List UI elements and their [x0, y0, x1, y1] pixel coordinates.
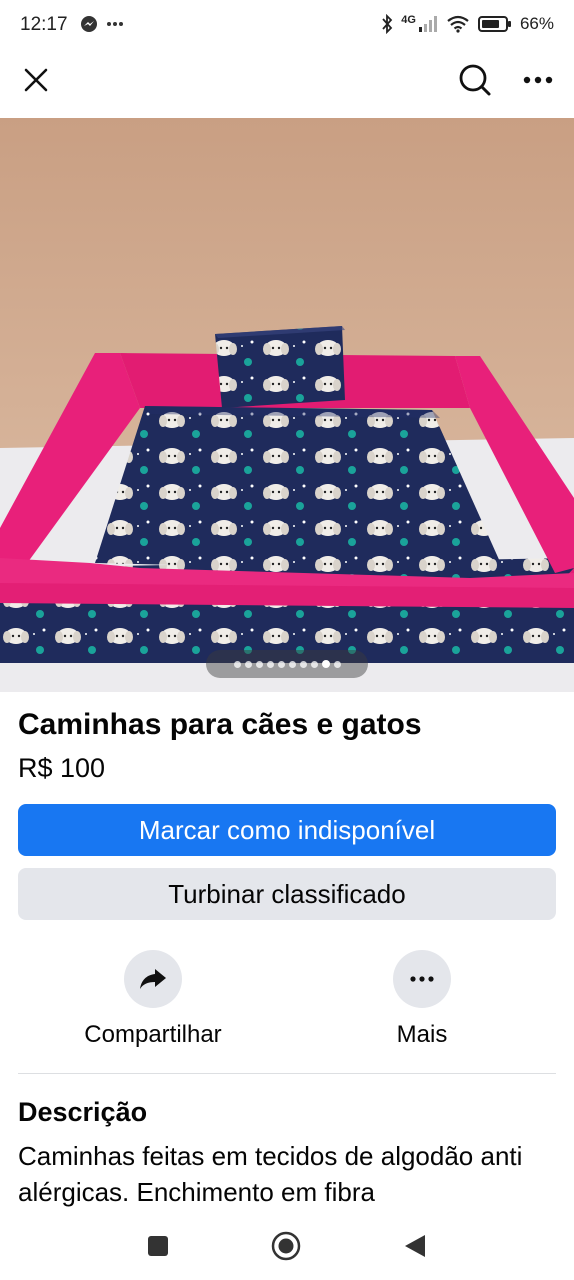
more-notifications-icon	[107, 22, 123, 26]
search-icon	[459, 64, 491, 96]
pagination-dot	[266, 660, 274, 668]
status-left-icons	[80, 15, 124, 33]
recents-icon[interactable]	[147, 1235, 169, 1257]
more-button[interactable]	[516, 58, 560, 102]
photo-pagination	[206, 650, 368, 678]
divider	[18, 1073, 556, 1074]
bluetooth-icon	[382, 14, 393, 34]
pagination-dot	[244, 660, 252, 668]
signal-icon	[418, 16, 437, 32]
pagination-dot	[333, 660, 341, 668]
listing-title: Caminhas para cães e gatos	[18, 708, 422, 741]
share-icon	[140, 969, 166, 989]
battery-icon	[477, 16, 511, 32]
more-actions-button[interactable]	[393, 950, 451, 1008]
description-heading: Descrição	[18, 1097, 148, 1127]
status-right-icons: 4G 66%	[381, 14, 554, 34]
home-icon[interactable]	[271, 1231, 301, 1261]
product-photo[interactable]	[0, 118, 574, 692]
wifi-icon	[447, 15, 469, 33]
top-bar	[0, 52, 574, 114]
messenger-icon	[81, 16, 97, 32]
system-nav-bar	[0, 1214, 574, 1280]
pagination-dot	[277, 660, 285, 668]
boost-listing-button[interactable]: Turbinar classificado	[18, 868, 556, 920]
more-icon	[523, 76, 553, 84]
pagination-dot	[288, 660, 296, 668]
description-text: Caminhas feitas em tecidos de algodão an…	[18, 1141, 523, 1207]
close-button[interactable]	[14, 58, 58, 102]
search-button[interactable]	[453, 58, 497, 102]
more-horizontal-icon	[410, 976, 434, 982]
pagination-dot	[233, 660, 241, 668]
pagination-dot-active	[321, 660, 330, 668]
battery-level: 66%	[519, 14, 554, 33]
pagination-dot	[299, 660, 307, 668]
network-type: 4G	[401, 14, 416, 26]
pet-bed-image	[0, 118, 574, 692]
listing-price: R$ 100	[18, 753, 106, 783]
status-bar: 12:17 4G 66%	[0, 0, 574, 52]
share-button[interactable]	[124, 950, 182, 1008]
share-action[interactable]: Compartilhar	[68, 950, 238, 1049]
share-label: Compartilhar	[84, 1021, 222, 1048]
mark-unavailable-button[interactable]: Marcar como indisponível	[18, 804, 556, 856]
close-icon	[24, 68, 48, 92]
pagination-dot	[310, 660, 318, 668]
status-time: 12:17	[20, 14, 68, 35]
back-icon[interactable]	[404, 1234, 426, 1258]
more-label: Mais	[396, 1021, 448, 1048]
pagination-dot	[255, 660, 263, 668]
more-action[interactable]: Mais	[337, 950, 507, 1049]
